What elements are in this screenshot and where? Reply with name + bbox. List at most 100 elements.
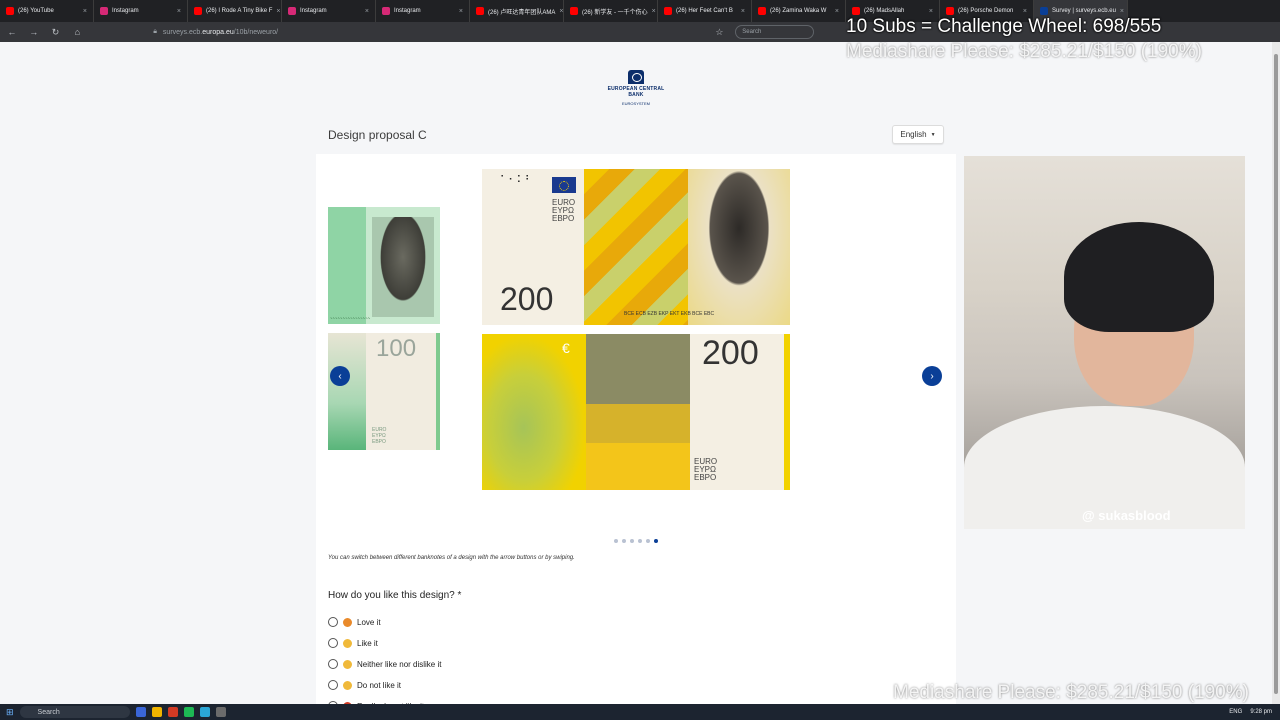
taskbar: ⊞ Search ENG 9:28 pm [0,704,1280,720]
radio-button[interactable] [328,659,338,669]
tab-close-icon[interactable]: × [652,8,656,15]
banknote-100-front: ∿∿∿∿∿∿∿∿∿∿∿∿∿∿∿∿ [328,207,440,324]
home-icon[interactable]: ⌂ [71,27,83,37]
carousel-dot[interactable] [630,539,634,543]
tray-clock[interactable]: 9:28 pm [1250,709,1272,715]
tab-title: Instagram [394,8,421,14]
page-scrollbar[interactable] [1272,42,1280,704]
answer-option[interactable]: Like it [328,638,378,648]
radio-button[interactable] [328,680,338,690]
app-icon-1[interactable] [135,707,146,717]
url-host: europa.eu [202,28,234,36]
answer-option[interactable]: Do not like it [328,680,401,690]
tab-favicon-icon [664,7,672,15]
carousel-next-button[interactable]: › [922,366,942,386]
browser-tab[interactable]: (26) Her Feet Can't B × [658,0,752,22]
tab-title: (26) Porsche Demon [958,8,1014,14]
tab-title: Survey | surveys.ecb.eu [1052,8,1116,14]
answer-option[interactable]: Love it [328,617,381,627]
survey-card: ∿∿∿∿∿∿∿∿∿∿∿∿∿∿∿∿ 100 EURO EYPΩ EBPO ⠁⠂⠅⠃… [316,154,956,711]
taskbar-search[interactable]: Search [19,706,130,718]
tab-favicon-icon [570,7,578,15]
browser-tab[interactable]: Instagram × [376,0,470,22]
tab-close-icon[interactable]: × [83,8,87,15]
emoji-face-icon [343,638,352,648]
browser-tab[interactable]: (26) I Rode A Tiny Bike F × [188,0,282,22]
note-200-back-bar [784,334,790,490]
euro-symbol-icon: € [562,340,570,356]
tab-close-icon[interactable]: × [559,8,563,15]
browser-tab[interactable]: Instagram × [94,0,188,22]
tab-favicon-icon [852,7,860,15]
reload-icon[interactable]: ↻ [50,27,62,38]
browser-tab[interactable]: Instagram × [282,0,376,22]
overlay-mediashare-bottom: Mediashare Please: $285.21/$150 (190%) [893,682,1249,703]
tab-close-icon[interactable]: × [276,8,280,15]
radio-button[interactable] [328,617,338,627]
tab-close-icon[interactable]: × [835,8,839,15]
tab-favicon-icon [382,7,390,15]
tab-favicon-icon [6,7,14,15]
webcam-feed: @ sukasblood [964,156,1245,529]
tab-close-icon[interactable]: × [1120,8,1124,15]
answer-option[interactable]: Neither like nor dislike it [328,659,441,669]
page-title: Design proposal C [328,128,427,142]
app-icon-4[interactable] [183,707,194,717]
braille-dots: ⠁⠂⠅⠃ [500,175,534,186]
carousel-dot[interactable] [622,539,626,543]
app-icon-2[interactable] [151,707,162,717]
note-200-back-denomination: 200 [702,334,759,372]
europe-map [482,334,586,490]
emoji-face-icon [343,680,352,690]
tab-title: (26) Her Feet Can't B [676,8,733,14]
browser-tab[interactable]: (26) 卢旺达青年团队AMA × [470,0,564,22]
logo-line2: EUROSYSTEM [621,101,650,106]
tab-favicon-icon [946,7,954,15]
note-100-front-micro: ∿∿∿∿∿∿∿∿∿∿∿∿∿∿∿∿ [330,316,371,320]
scrollbar-thumb[interactable] [1274,54,1278,694]
tab-close-icon[interactable]: × [1023,8,1027,15]
tab-title: (26) I Rode A Tiny Bike F [206,8,273,14]
caret-down-icon: ▼ [930,131,936,138]
tab-title: (26) 卢旺达青年团队AMA [488,9,556,16]
emoji-face-icon [343,617,352,627]
tab-close-icon[interactable]: × [741,8,745,15]
app-icon-5[interactable] [199,707,210,717]
address-bar[interactable]: 🔒︎ surveys.ecb.europa.eu/10b/neweuro/ [153,25,703,39]
carousel-prev-button[interactable]: ‹ [330,366,350,386]
carousel-dot[interactable] [638,539,642,543]
carousel-dot[interactable] [646,539,650,543]
tab-favicon-icon [288,7,296,15]
tab-title: Instagram [300,8,327,14]
forward-icon[interactable]: → [28,27,40,37]
carousel-dot[interactable] [614,539,618,543]
app-icon-6[interactable] [215,707,226,717]
banknote-carousel[interactable]: ∿∿∿∿∿∿∿∿∿∿∿∿∿∿∿∿ 100 EURO EYPΩ EBPO ⠁⠂⠅⠃… [316,154,956,543]
answer-label: Love it [357,617,381,627]
windows-start-icon[interactable]: ⊞ [6,707,14,718]
tab-close-icon[interactable]: × [177,8,181,15]
tab-title: Instagram [112,8,139,14]
tab-favicon-icon [1040,7,1048,15]
browser-tab[interactable]: (26) 新学友 - 一千个伤心 × [564,0,658,22]
tab-close-icon[interactable]: × [459,8,463,15]
app-icon-3[interactable] [167,707,178,717]
tab-close-icon[interactable]: × [365,8,369,15]
language-label: English [900,130,927,139]
bookmark-star-icon[interactable]: ☆ [713,27,725,38]
ecb-emblem-icon [628,70,644,84]
tab-close-icon[interactable]: × [929,8,933,15]
language-dropdown[interactable]: English ▼ [892,125,944,144]
banknote-100-back: 100 EURO EYPΩ EBPO [328,333,440,450]
radio-button[interactable] [328,638,338,648]
portrait-leonardo [372,217,434,317]
browser-tab[interactable]: (26) Zamina Waka W × [752,0,846,22]
tray-language[interactable]: ENG [1229,709,1242,715]
browser-search-box[interactable]: Search [735,25,815,39]
tab-favicon-icon [476,7,484,15]
back-icon[interactable]: ← [6,27,18,37]
carousel-dot[interactable] [654,539,658,543]
browser-tab[interactable]: (26) YouTube × [0,0,94,22]
chevron-right-icon: › [930,370,934,382]
note-200-front-denomination: 200 [500,281,554,317]
